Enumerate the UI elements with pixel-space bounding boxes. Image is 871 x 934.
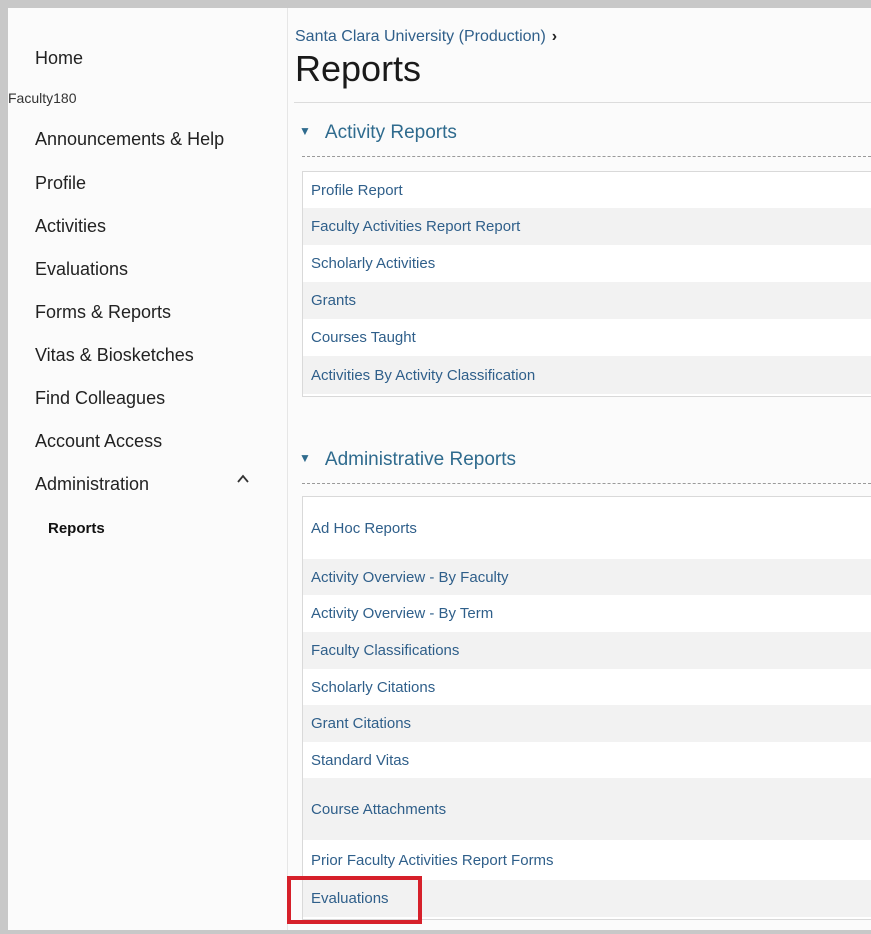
report-link-course-attachments[interactable]: Course Attachments	[303, 778, 871, 840]
sidebar-item-forms-reports[interactable]: Forms & Reports	[35, 302, 171, 323]
main-content: Santa Clara University (Production) › Rep…	[294, 8, 871, 930]
report-link-faculty-classifications[interactable]: Faculty Classifications	[303, 632, 871, 669]
report-link-scholarly-citations[interactable]: Scholarly Citations	[303, 669, 871, 705]
report-link-grant-citations[interactable]: Grant Citations	[303, 705, 871, 742]
breadcrumb: Santa Clara University (Production) ›	[295, 28, 557, 46]
report-link-courses-taught[interactable]: Courses Taught	[303, 319, 871, 356]
activity-reports-list: Profile Report Faculty Activities Report…	[302, 171, 871, 397]
sidebar-item-home[interactable]: Home	[35, 48, 83, 69]
sidebar: Home Faculty180 Announcements & Help Pro…	[8, 8, 278, 930]
sidebar-item-vitas[interactable]: Vitas & Biosketches	[35, 345, 194, 366]
report-link-faculty-activities[interactable]: Faculty Activities Report Report	[303, 208, 871, 245]
title-divider	[294, 102, 871, 103]
breadcrumb-separator-icon: ›	[551, 28, 558, 45]
section-divider	[302, 483, 871, 484]
section-administrative-reports[interactable]: ▼ Administrative Reports	[299, 449, 516, 471]
section-activity-reports[interactable]: ▼ Activity Reports	[299, 122, 457, 144]
sidebar-item-announcements[interactable]: Announcements & Help	[35, 129, 224, 150]
section-divider	[302, 156, 871, 157]
sidebar-divider	[287, 8, 288, 930]
triangle-down-icon: ▼	[299, 124, 311, 138]
sidebar-item-profile[interactable]: Profile	[35, 173, 86, 194]
section-title: Administrative Reports	[324, 449, 517, 470]
report-link-standard-vitas[interactable]: Standard Vitas	[303, 742, 871, 778]
report-link-prior-forms[interactable]: Prior Faculty Activities Report Forms	[303, 840, 871, 880]
administrative-reports-list: Ad Hoc Reports Activity Overview - By Fa…	[302, 496, 871, 920]
app-frame: Home Faculty180 Announcements & Help Pro…	[8, 8, 871, 930]
sidebar-item-activities[interactable]: Activities	[35, 216, 106, 237]
sidebar-subitem-reports[interactable]: Reports	[48, 520, 105, 537]
sidebar-item-evaluations[interactable]: Evaluations	[35, 259, 128, 280]
sidebar-item-account-access[interactable]: Account Access	[35, 431, 162, 452]
report-link-overview-by-term[interactable]: Activity Overview - By Term	[303, 595, 871, 632]
report-link-scholarly-activities[interactable]: Scholarly Activities	[303, 245, 871, 282]
report-link-activities-by-classification[interactable]: Activities By Activity Classification	[303, 356, 871, 394]
triangle-down-icon: ▼	[299, 451, 311, 465]
sidebar-heading-faculty180: Faculty180	[8, 90, 77, 106]
evaluations-highlight-box	[287, 876, 422, 924]
report-link-ad-hoc[interactable]: Ad Hoc Reports	[303, 497, 871, 559]
sidebar-item-find-colleagues[interactable]: Find Colleagues	[35, 388, 165, 409]
report-link-grants[interactable]: Grants	[303, 282, 871, 319]
breadcrumb-link[interactable]: Santa Clara University (Production)	[295, 28, 546, 45]
report-link-overview-by-faculty[interactable]: Activity Overview - By Faculty	[303, 559, 871, 595]
sidebar-item-administration[interactable]: Administration	[35, 474, 149, 495]
chevron-up-icon[interactable]	[236, 472, 250, 486]
section-title: Activity Reports	[324, 122, 457, 143]
page-title: Reports	[295, 48, 422, 89]
report-link-profile-report[interactable]: Profile Report	[303, 172, 871, 208]
